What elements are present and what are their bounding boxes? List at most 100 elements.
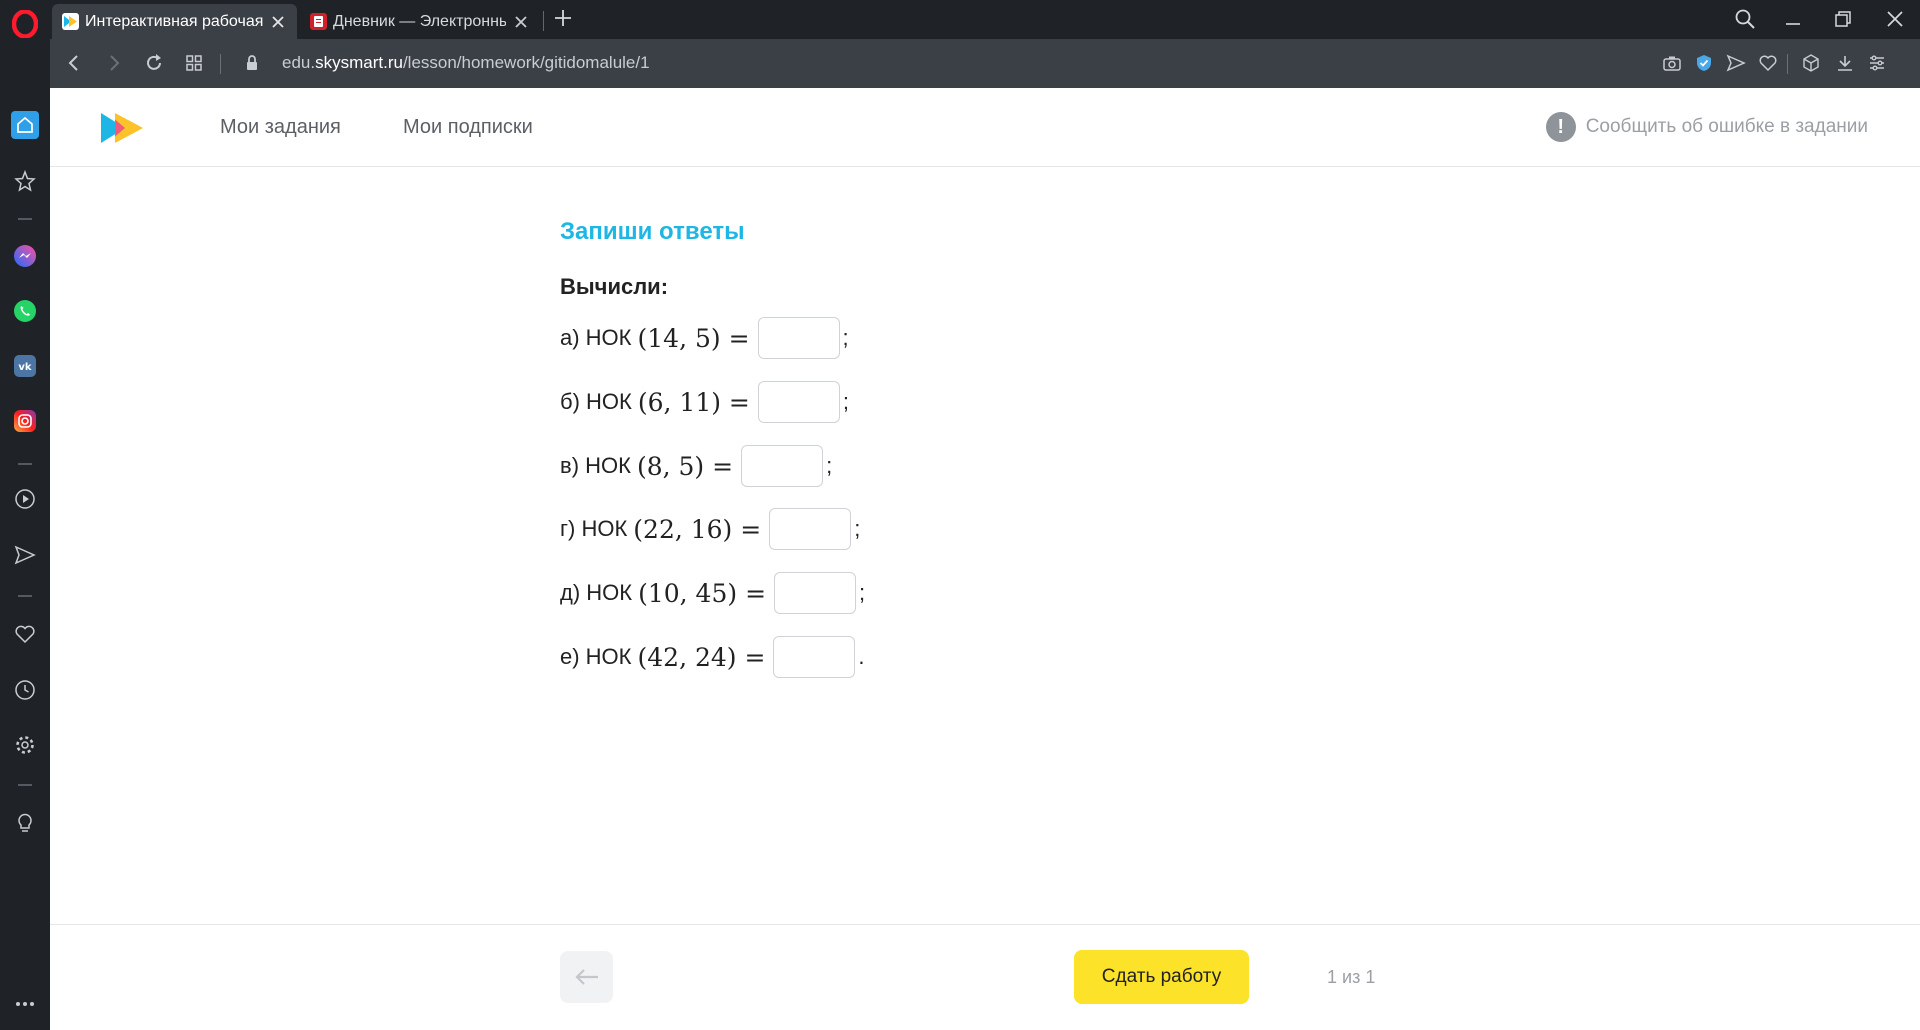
exercise-label: д) НОК [560, 580, 633, 605]
diary-favicon-icon [310, 13, 327, 30]
answer-input-d[interactable] [774, 572, 857, 614]
answer-input-e[interactable] [773, 636, 856, 678]
close-window-icon[interactable] [1884, 8, 1906, 30]
lock-icon[interactable] [242, 53, 262, 73]
answer-input-a[interactable] [757, 317, 840, 359]
settings-icon[interactable] [12, 732, 38, 758]
tab-grid-icon[interactable] [184, 53, 204, 73]
opera-logo-icon[interactable] [12, 10, 38, 38]
star-icon[interactable] [12, 168, 38, 194]
vk-icon[interactable]: vk [12, 353, 38, 379]
nav-my-subscriptions[interactable]: Мои подписки [403, 116, 533, 139]
answer-input-b[interactable] [757, 381, 840, 423]
sidebar-divider [18, 218, 32, 220]
svg-text:vk: vk [18, 362, 32, 373]
url-domain: skysmart.ru [315, 53, 403, 72]
restore-icon[interactable] [1832, 8, 1854, 30]
exercise-punctuation: ; [826, 453, 833, 478]
exercise-label: б) НОК [560, 389, 632, 414]
shield-icon[interactable] [1694, 53, 1714, 73]
tab-title: Интерактивная рабочая т [85, 12, 263, 30]
skysmart-favicon-icon [62, 13, 79, 30]
url-path: /lesson/homework/gitidomalule/1 [402, 53, 650, 72]
exercise-punctuation: ; [854, 516, 861, 541]
download-icon[interactable] [1835, 53, 1855, 73]
bulb-icon[interactable] [12, 809, 38, 835]
exercise-g: г) НОК (22, 16) = ; [560, 507, 860, 551]
exercise-expression: (42, 24) = [637, 642, 766, 672]
submit-work-button[interactable]: Сдать работу [1074, 950, 1249, 1004]
exercise-a: а) НОК (14, 5) = ; [560, 316, 849, 360]
previous-task-button[interactable] [560, 951, 613, 1003]
exercise-expression: (22, 16) = [633, 514, 762, 544]
toolbar-separator [1787, 54, 1788, 74]
back-icon[interactable] [64, 53, 84, 73]
url-prefix: edu. [282, 53, 316, 72]
exercise-label: г) НОК [560, 516, 628, 541]
player-icon[interactable] [12, 486, 38, 512]
box-icon[interactable] [1801, 53, 1821, 73]
answer-input-v[interactable] [741, 445, 824, 487]
heart-icon[interactable] [1758, 53, 1778, 73]
answer-input-g[interactable] [769, 508, 852, 550]
exercise-expression: (14, 5) = [637, 323, 750, 353]
opera-sidebar: vk [0, 39, 50, 1030]
close-tab-icon[interactable] [269, 13, 287, 31]
home-icon[interactable] [11, 111, 39, 139]
exercise-punctuation: ; [842, 389, 849, 414]
flow-send-icon[interactable] [12, 542, 38, 568]
sidebar-divider [18, 595, 32, 597]
camera-icon[interactable] [1662, 53, 1682, 73]
exercise-expression: (8, 5) = [636, 451, 734, 481]
search-tabs-icon[interactable] [1734, 8, 1756, 30]
exercise-label: е) НОК [560, 644, 632, 669]
page-counter: 1 из 1 [1327, 967, 1376, 987]
tab-interactive-workbook[interactable]: Интерактивная рабочая т [52, 4, 297, 39]
messenger-icon[interactable] [12, 243, 38, 269]
tab-separator [543, 11, 544, 31]
report-error-link[interactable]: ! Сообщить об ошибке в задании [1545, 112, 1868, 142]
forward-icon[interactable] [104, 53, 124, 73]
task-title: Запиши ответы [560, 218, 745, 245]
page-content: Мои задания Мои подписки ! Сообщить об о… [50, 88, 1920, 1030]
exercise-label: а) НОК [560, 325, 632, 350]
exercise-b: б) НОК (6, 11) = ; [560, 380, 849, 424]
bottom-navigation-bar: Сдать работу 1 из 1 [50, 924, 1920, 1030]
url-field[interactable]: edu.skysmart.ru/lesson/homework/gitidoma… [282, 53, 650, 73]
minimize-icon[interactable] [1782, 8, 1804, 30]
instagram-icon[interactable] [12, 408, 38, 434]
nav-my-tasks[interactable]: Мои задания [220, 116, 341, 139]
easy-setup-icon[interactable] [1867, 53, 1887, 73]
heart-icon[interactable] [12, 621, 38, 647]
toolbar-separator [220, 54, 221, 74]
skysmart-logo-icon[interactable] [101, 111, 145, 145]
send-icon[interactable] [1726, 53, 1746, 73]
close-tab-icon[interactable] [512, 13, 530, 31]
exercise-punctuation: . [858, 644, 865, 669]
site-header: Мои задания Мои подписки ! Сообщить об о… [50, 88, 1920, 167]
exercise-punctuation: ; [842, 325, 849, 350]
task-instruction: Вычисли: [560, 274, 669, 299]
whatsapp-icon[interactable] [12, 298, 38, 324]
report-error-label: Сообщить об ошибке в задании [1585, 116, 1868, 137]
more-icon[interactable] [12, 991, 38, 1017]
address-bar: edu.skysmart.ru/lesson/homework/gitidoma… [50, 39, 1920, 88]
exercise-e: е) НОК (42, 24) = . [560, 635, 865, 679]
exercise-v: в) НОК (8, 5) = ; [560, 444, 832, 488]
tab-title: Дневник — Электронный [333, 12, 506, 30]
sidebar-divider [18, 784, 32, 786]
exercise-label: в) НОК [560, 453, 631, 478]
tab-diary[interactable]: Дневник — Электронный [300, 4, 540, 39]
browser-tab-bar: Интерактивная рабочая т Дневник — Электр… [0, 0, 1920, 39]
history-icon[interactable] [12, 677, 38, 703]
new-tab-plus-icon[interactable] [553, 8, 573, 28]
exercise-d: д) НОК (10, 45) = ; [560, 571, 865, 615]
arrow-left-icon [574, 969, 598, 985]
exclamation-icon: ! [1545, 112, 1576, 142]
sidebar-divider [18, 463, 32, 465]
reload-icon[interactable] [144, 53, 164, 73]
exercise-punctuation: ; [859, 580, 866, 605]
exercise-expression: (6, 11) = [637, 387, 750, 417]
task-block: Запиши ответы Вычисли: а) НОК (14, 5) = … [560, 218, 1260, 678]
exercise-expression: (10, 45) = [638, 578, 767, 608]
